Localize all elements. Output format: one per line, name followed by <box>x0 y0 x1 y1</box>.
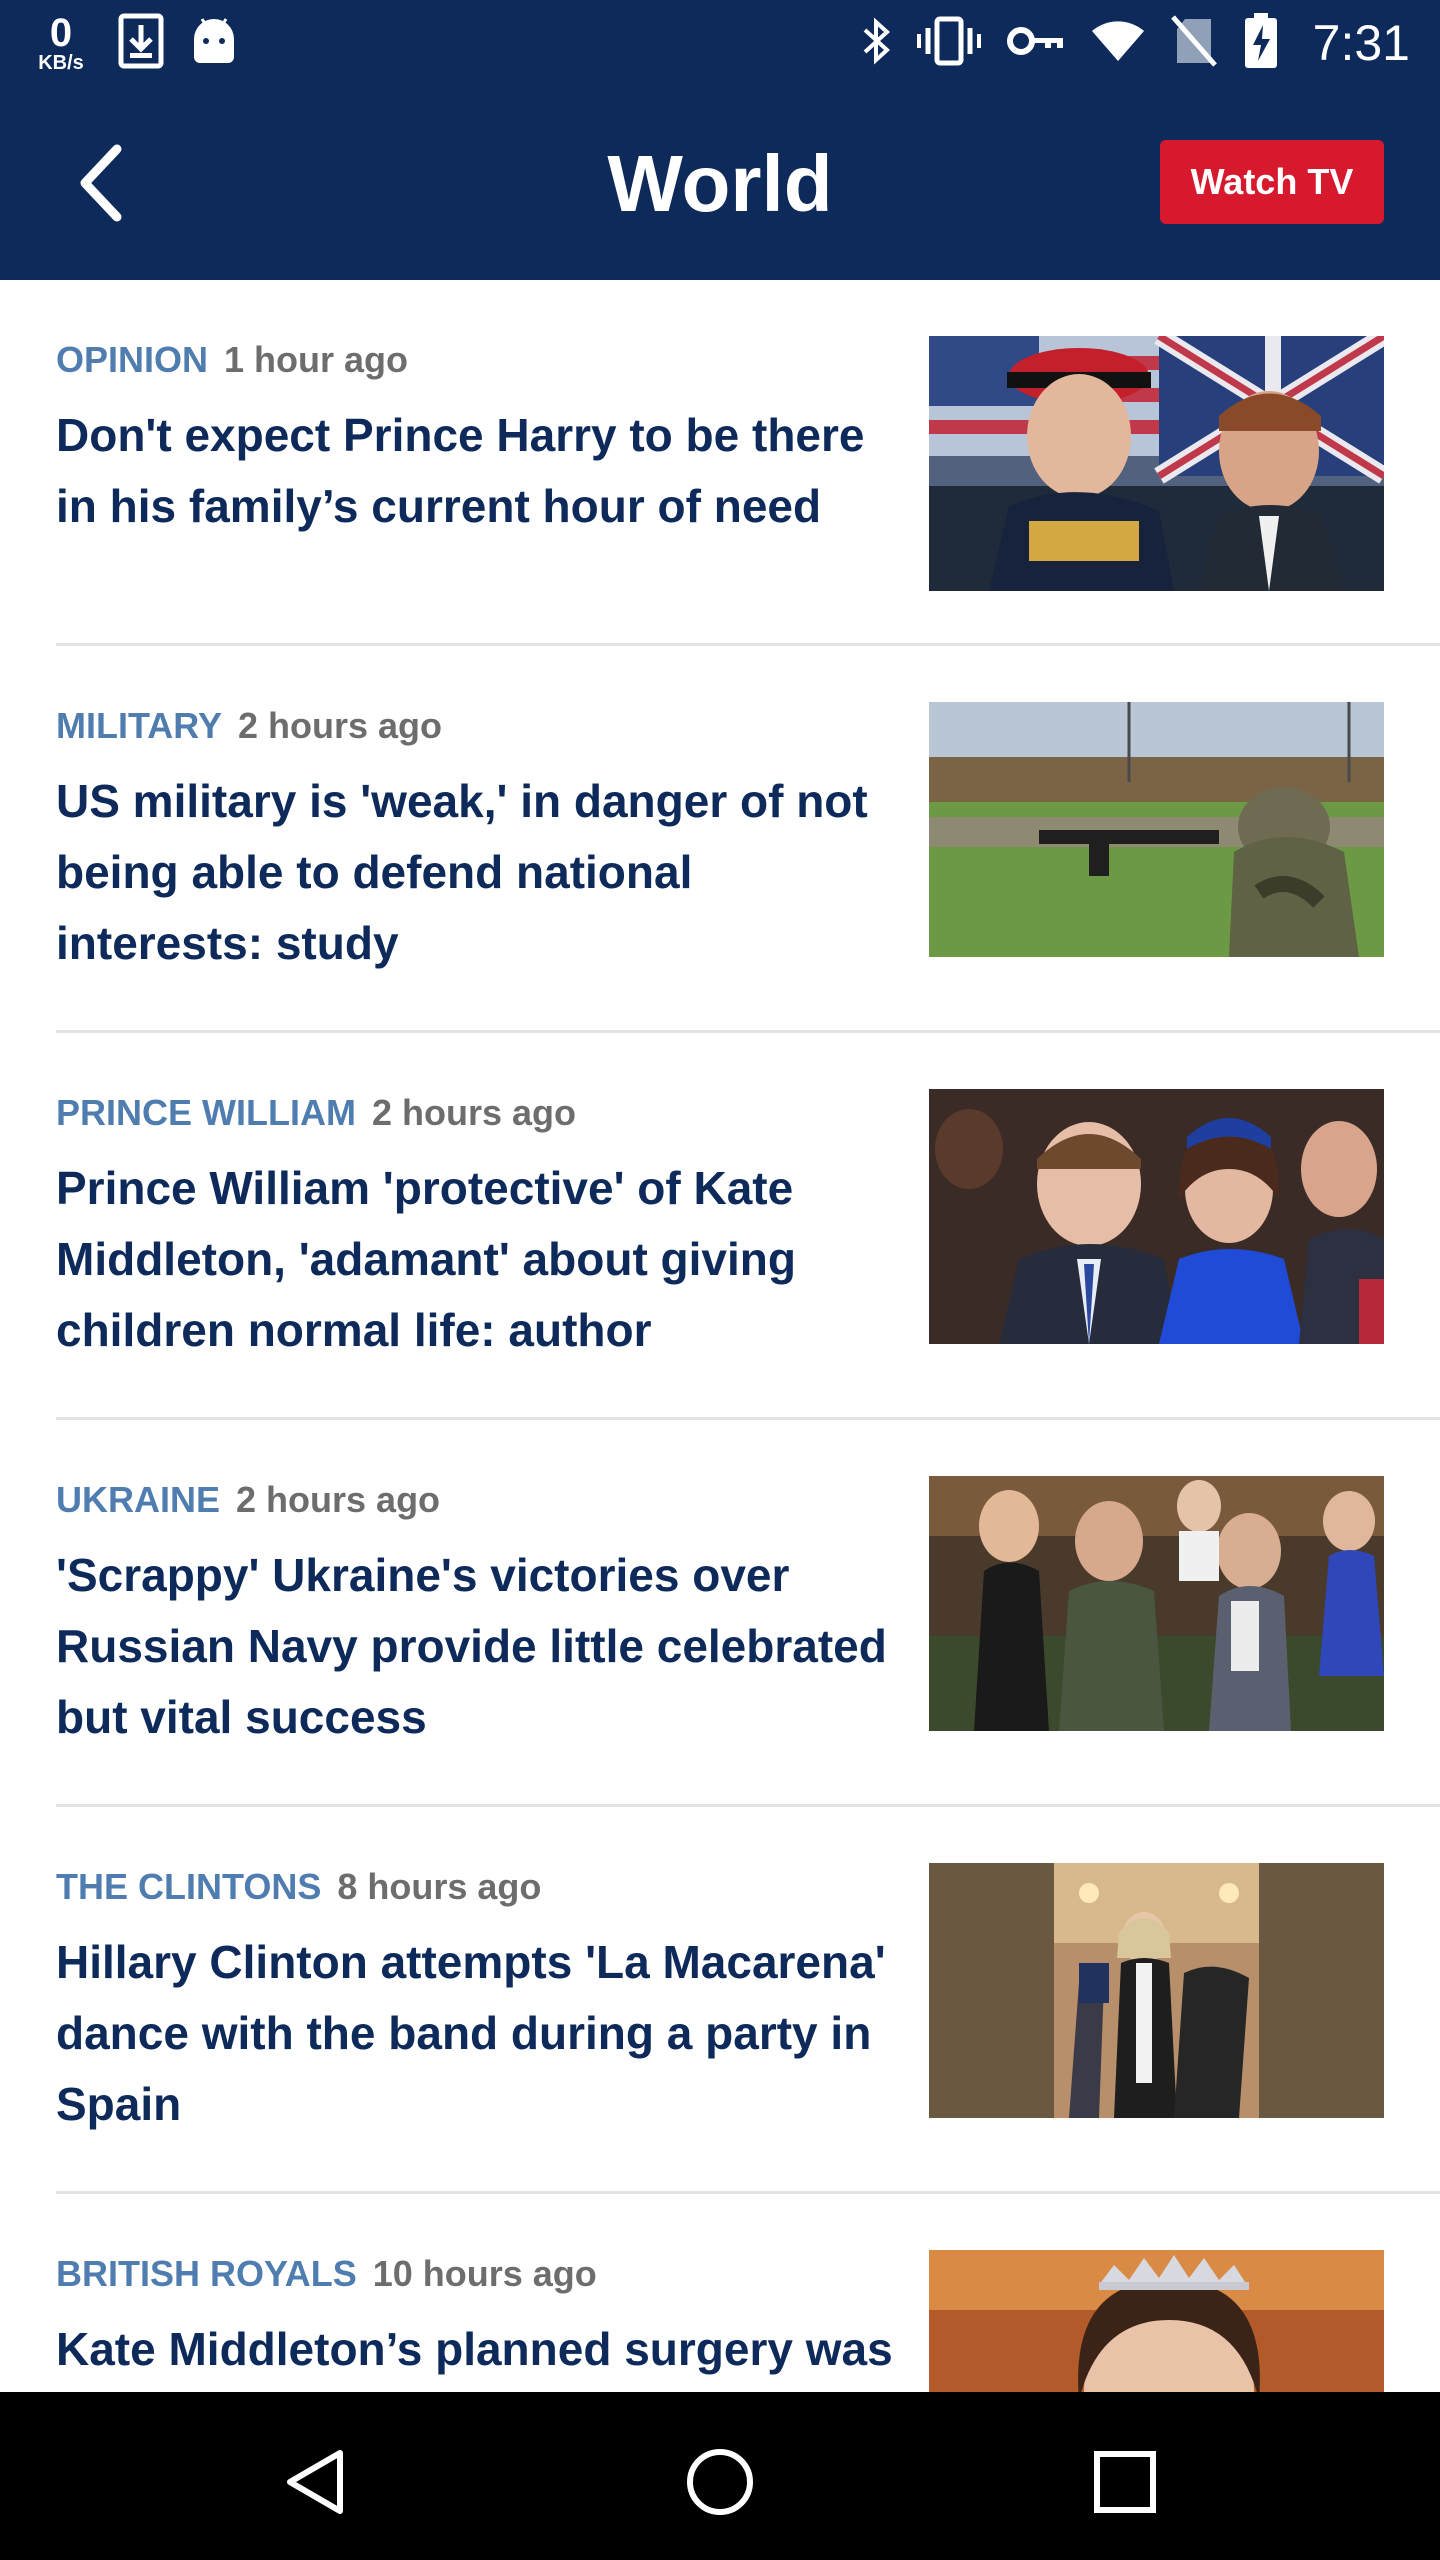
battery-charging-icon <box>1243 12 1279 74</box>
status-bar: 0 KB/s 7:31 <box>0 0 1440 84</box>
recents-square-icon <box>1094 2451 1156 2513</box>
article-meta: BRITISH ROYALS 10 hours ago <box>56 2256 597 2292</box>
article-item[interactable]: BRITISH ROYALS 10 hours ago Kate Middleto… <box>0 2194 1440 2392</box>
nav-home-button[interactable] <box>670 2432 770 2532</box>
article-headline[interactable]: US military is 'weak,' in danger of not … <box>56 766 896 979</box>
article-item[interactable]: THE CLINTONS 8 hours ago Hillary Clinton … <box>0 1807 1440 2194</box>
chevron-left-icon <box>80 144 122 222</box>
article-time: 2 hours ago <box>237 705 443 746</box>
article-headline[interactable]: Don't expect Prince Harry to be there in… <box>56 400 896 542</box>
article-item[interactable]: PRINCE WILLIAM 2 hours ago Prince William… <box>0 1033 1440 1420</box>
nav-back-button[interactable] <box>265 2432 365 2532</box>
network-speed: 0 KB/s <box>32 13 90 73</box>
article-time: 10 hours ago <box>372 2253 597 2294</box>
article-meta: OPINION 1 hour ago <box>56 342 408 378</box>
article-meta: PRINCE WILLIAM 2 hours ago <box>56 1095 576 1131</box>
article-meta: THE CLINTONS 8 hours ago <box>56 1869 541 1905</box>
article-thumbnail[interactable] <box>929 1476 1384 1731</box>
wifi-icon <box>1091 19 1145 68</box>
back-button[interactable] <box>56 138 146 228</box>
no-sim-icon <box>1170 14 1217 72</box>
network-speed-unit: KB/s <box>38 52 84 74</box>
article-category[interactable]: THE CLINTONS <box>56 1866 321 1907</box>
article-thumbnail[interactable] <box>929 1089 1384 1344</box>
article-feed[interactable]: OPINION 1 hour ago Don't expect Prince Ha… <box>0 280 1440 2392</box>
article-headline[interactable]: 'Scrappy' Ukraine's victories over Russi… <box>56 1540 896 1753</box>
article-headline[interactable]: Prince William 'protective' of Kate Midd… <box>56 1153 896 1366</box>
bluetooth-icon <box>861 16 891 71</box>
network-speed-value: 0 <box>49 11 73 55</box>
article-thumbnail[interactable] <box>929 336 1384 591</box>
system-nav-bar <box>0 2392 1440 2560</box>
app-header: World Watch TV <box>0 84 1440 280</box>
watch-tv-button[interactable]: Watch TV <box>1160 140 1384 224</box>
home-circle-icon <box>687 2449 753 2515</box>
article-item[interactable]: OPINION 1 hour ago Don't expect Prince Ha… <box>0 280 1440 646</box>
android-icon <box>192 17 236 70</box>
vpn-key-icon <box>1006 24 1065 63</box>
back-triangle-icon <box>287 2450 343 2514</box>
nav-recents-button[interactable] <box>1075 2432 1175 2532</box>
article-time: 1 hour ago <box>224 339 409 380</box>
article-time: 2 hours ago <box>371 1092 577 1133</box>
article-category[interactable]: BRITISH ROYALS <box>56 2253 357 2294</box>
article-headline[interactable]: Hillary Clinton attempts 'La Macarena' d… <box>56 1927 896 2140</box>
article-category[interactable]: UKRAINE <box>56 1479 220 1520</box>
article-time: 8 hours ago <box>337 1866 542 1907</box>
article-category[interactable]: OPINION <box>56 339 208 380</box>
status-left: 0 KB/s <box>32 8 236 78</box>
article-meta: UKRAINE 2 hours ago <box>56 1482 440 1518</box>
article-time: 2 hours ago <box>236 1479 441 1520</box>
article-thumbnail[interactable] <box>929 1863 1384 2118</box>
article-thumbnail[interactable] <box>929 702 1384 957</box>
article-item[interactable]: MILITARY 2 hours ago US military is 'weak… <box>0 646 1440 1033</box>
article-thumbnail[interactable] <box>929 2250 1384 2392</box>
download-icon <box>118 13 164 74</box>
article-headline[interactable]: Kate Middleton’s planned surgery was <box>56 2314 896 2385</box>
article-category[interactable]: PRINCE WILLIAM <box>56 1092 356 1133</box>
page-title: World <box>607 139 833 228</box>
vibrate-icon <box>916 16 981 71</box>
status-right: 7:31 <box>861 8 1410 78</box>
article-item[interactable]: UKRAINE 2 hours ago 'Scrappy' Ukraine's v… <box>0 1420 1440 1807</box>
article-category[interactable]: MILITARY <box>56 705 222 746</box>
clock: 7:31 <box>1312 15 1410 71</box>
article-meta: MILITARY 2 hours ago <box>56 708 442 744</box>
